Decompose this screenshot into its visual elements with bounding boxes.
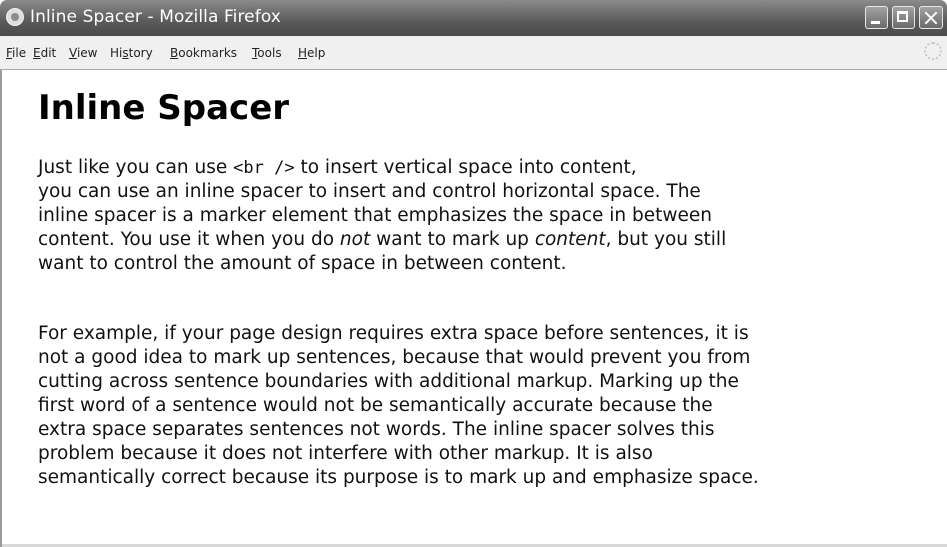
firefox-icon [6,8,24,26]
emphasis-content: content [534,229,606,250]
menu-tools[interactable]: Tools [252,46,282,60]
paragraph-line: not a good idea to mark up sentences, be… [38,347,751,368]
paragraph-line: cutting across sentence boundaries with … [38,371,739,392]
paragraph-line: Just like you can use <br /> to insert v… [38,157,637,178]
code-snippet: <br /> [233,158,295,178]
menu-help[interactable]: Help [298,46,325,60]
maximize-button[interactable] [892,6,915,29]
paragraph-line: problem because it does not interfere wi… [38,443,653,464]
minimize-button[interactable] [865,6,888,29]
page-content: Inline Spacer Just like you can use <br … [0,70,947,547]
paragraph-line: first word of a sentence would not be se… [38,395,713,416]
browser-window: Inline Spacer - Mozilla Firefox File Edi… [0,0,947,547]
page-title: Inline Spacer [38,88,290,128]
loading-throbber-icon [924,42,942,60]
menu-history[interactable]: History [110,46,153,60]
paragraph-intro: Just like you can use <br /> to insert v… [38,156,918,276]
menu-bar: File Edit View History Bookmarks Tools H… [0,36,947,70]
emphasis-not: not [339,229,371,250]
title-bar[interactable]: Inline Spacer - Mozilla Firefox [0,0,947,36]
paragraph-line: semantically correct because its purpose… [38,467,759,488]
paragraph-example: For example, if your page design require… [38,322,943,490]
menu-bookmarks[interactable]: Bookmarks [170,46,237,60]
close-button[interactable] [919,6,943,29]
paragraph-line: want to control the amount of space in b… [38,253,567,274]
paragraph-line: extra space separates sentences not word… [38,419,715,440]
paragraph-line: content. You use it when you do not want… [38,229,727,250]
paragraph-line: inline spacer is a marker element that e… [38,205,713,226]
paragraph-line: For example, if your page design require… [38,323,749,344]
menu-view[interactable]: View [69,46,97,60]
window-title: Inline Spacer - Mozilla Firefox [30,7,281,27]
paragraph-line: you can use an inline spacer to insert a… [38,181,701,202]
menu-file[interactable]: File [6,46,26,60]
menu-edit[interactable]: Edit [33,46,56,60]
